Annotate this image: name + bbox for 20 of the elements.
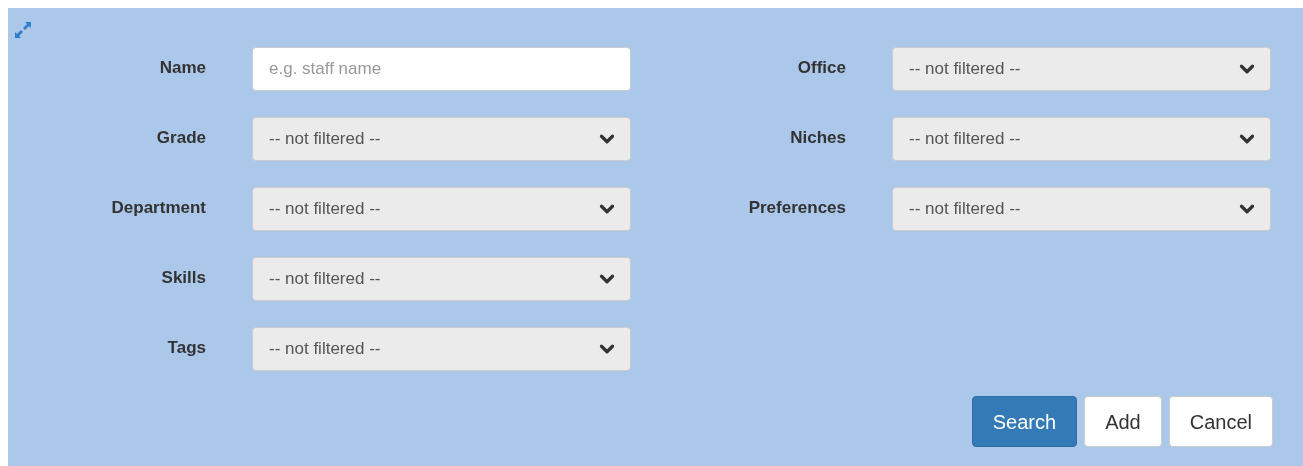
filter-dropdown[interactable]: -- not filtered --: [252, 117, 631, 161]
form-button[interactable]: Add: [1084, 396, 1162, 447]
form-button[interactable]: Cancel: [1168, 396, 1273, 447]
field-label: Tags: [166, 337, 206, 360]
field-label: Skills: [160, 267, 206, 290]
filter-dropdown[interactable]: -- not filtered --: [892, 47, 1271, 91]
filter-dropdown[interactable]: -- not filtered --: [252, 327, 631, 371]
field-label: Department: [110, 197, 206, 220]
filter-dropdown[interactable]: -- not filtered --: [892, 117, 1271, 161]
search-button[interactable]: Search: [971, 396, 1078, 447]
filter-dropdown[interactable]: -- not filtered --: [892, 187, 1271, 231]
field-label: Name: [158, 57, 206, 80]
expand-icon[interactable]: [15, 22, 31, 38]
field-label: Preferences: [747, 197, 846, 220]
field-label: Office: [796, 57, 846, 80]
filter-dropdown[interactable]: -- not filtered --: [252, 187, 631, 231]
name-field[interactable]: e.g. staff name: [252, 47, 631, 91]
field-label: Niches: [789, 127, 846, 150]
field-label: Grade: [155, 127, 206, 150]
filter-dropdown[interactable]: -- not filtered --: [252, 257, 631, 301]
